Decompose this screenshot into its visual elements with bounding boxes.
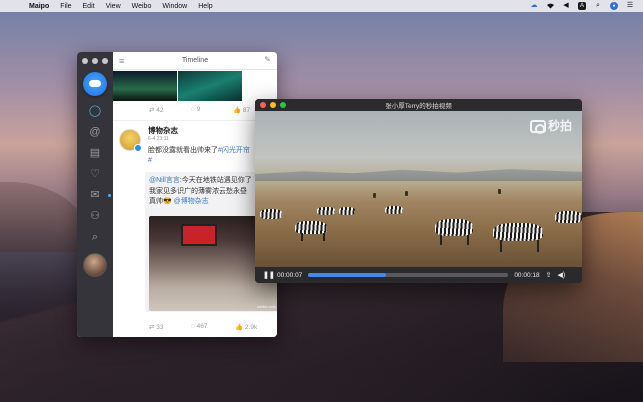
repost-mention-link[interactable]: @博物杂志 (174, 198, 209, 205)
video-minimize-button[interactable] (270, 102, 276, 108)
video-zoom-button[interactable] (280, 102, 286, 108)
repost-user-link[interactable]: @Nill言言 (149, 177, 180, 184)
user-avatar[interactable] (83, 253, 107, 277)
wifi-icon[interactable] (546, 2, 554, 10)
menu-weibo[interactable]: Weibo (132, 3, 152, 10)
savanna-hills (255, 169, 582, 181)
verified-icon (134, 144, 142, 152)
zebra (339, 207, 355, 215)
list-icon[interactable]: ☰ (626, 2, 634, 10)
repost-stat[interactable]: ⇄ 42 (113, 106, 164, 114)
zebra-leg (323, 233, 325, 241)
menu-app-name[interactable]: Maipo (29, 3, 49, 10)
comment-stat[interactable]: ◌ 467 (153, 323, 208, 331)
post-image-aurora[interactable] (113, 71, 177, 101)
prev-post-stats: ⇄ 42 ◌ 9 👍 87 (113, 106, 250, 114)
zebra-leg (440, 235, 442, 245)
menu-status-area: ☁ ◀ A ⌕ ● ☰ (530, 2, 634, 10)
window-zoom-button[interactable] (102, 58, 108, 64)
post-hashtag[interactable]: #闪光开帘 (218, 147, 250, 154)
video-window: 张小厚Terry的秒拍视频 秒拍 ❚❚ 00:00:07 00:00:18 ⇪ … (255, 99, 582, 283)
zebra-leg (301, 233, 303, 241)
image-screen (181, 224, 217, 246)
menu-help[interactable]: Help (198, 3, 212, 10)
post-author-name[interactable]: 博物杂志 (148, 125, 178, 136)
zebra (435, 219, 473, 236)
menu-window[interactable]: Window (162, 3, 187, 10)
zebra (260, 209, 282, 219)
zebra-leg (467, 235, 469, 245)
menu-bar: Maipo File Edit View Weibo Window Help ☁… (0, 0, 643, 12)
menu-view[interactable]: View (106, 3, 121, 10)
message-nav-icon[interactable]: ✉ (87, 188, 103, 202)
volume-icon[interactable]: ◀ (562, 2, 570, 10)
profile-nav-icon[interactable]: ⚇ (87, 209, 103, 223)
sidebar: ◯ @ ▤ ♡ ✉ ⚇ ⌕ (77, 52, 113, 337)
like-stat[interactable]: 👍 87 (193, 106, 250, 114)
timeline-nav-icon[interactable]: ◯ (87, 104, 103, 118)
window-close-button[interactable] (82, 58, 88, 64)
menu-icon[interactable]: ≡ (119, 56, 124, 66)
share-icon[interactable]: ⇪ (546, 271, 552, 279)
video-close-button[interactable] (260, 102, 266, 108)
input-source-icon[interactable]: A (578, 2, 586, 10)
menu-edit[interactable]: Edit (83, 3, 95, 10)
video-frame[interactable]: 秒拍 (255, 111, 582, 267)
progress-bar[interactable] (308, 273, 509, 277)
repost-stat[interactable]: ⇄ 33 (113, 323, 164, 331)
window-minimize-button[interactable] (92, 58, 98, 64)
timeline-header: ≡ Timeline ✎ (113, 52, 277, 70)
search-icon[interactable]: ⌕ (594, 2, 602, 10)
like-stat[interactable]: 👍 2.9k (193, 323, 257, 331)
pause-button[interactable]: ❚❚ (263, 271, 275, 279)
video-controls: ❚❚ 00:00:07 00:00:18 ⇪ ◀) (255, 267, 582, 283)
siri-icon[interactable]: ● (610, 2, 618, 10)
duration: 00:00:18 (514, 271, 540, 279)
image-watermark: weibo.com (256, 304, 276, 309)
mention-nav-icon[interactable]: @ (87, 125, 103, 139)
miaopai-watermark: 秒拍 (529, 117, 572, 135)
video-title-bar: 张小厚Terry的秒拍视频 (255, 99, 582, 111)
maipo-window: ◯ @ ▤ ♡ ✉ ⚇ ⌕ ≡ Timeline ✎ ⇄ 42 ◌ 9 👍 87… (77, 52, 277, 337)
camera-icon (529, 120, 546, 135)
zebra-leg (500, 240, 502, 252)
tree (405, 191, 408, 196)
unread-dot (108, 194, 111, 197)
post-divider (113, 120, 277, 121)
video-title: 张小厚Terry的秒拍视频 (385, 103, 452, 110)
volume-icon[interactable]: ◀) (558, 271, 566, 279)
timeline-title: Timeline (181, 57, 209, 64)
search-nav-icon[interactable]: ⌕ (87, 230, 103, 244)
compose-icon[interactable]: ✎ (264, 55, 271, 64)
post-stats: ⇄ 33 ◌ 467 👍 2.9k (113, 323, 257, 331)
cloud-icon[interactable]: ☁ (530, 2, 538, 10)
comment-nav-icon[interactable]: ▤ (87, 146, 103, 160)
tree (498, 189, 501, 194)
comment-stat[interactable]: ◌ 9 (153, 106, 200, 114)
like-nav-icon[interactable]: ♡ (87, 167, 103, 181)
current-time: 00:00:07 (277, 271, 303, 279)
zebra (555, 211, 582, 223)
post-time: 6-4 23:11 (148, 136, 169, 142)
zebra (493, 223, 543, 241)
tree (373, 193, 376, 198)
zebra-leg (537, 240, 539, 252)
maipo-logo-icon[interactable] (83, 72, 107, 96)
zebra (385, 206, 403, 214)
post-image-sea[interactable] (178, 71, 242, 101)
progress-fill (308, 273, 387, 277)
zebra (317, 207, 335, 215)
menu-file[interactable]: File (60, 3, 71, 10)
